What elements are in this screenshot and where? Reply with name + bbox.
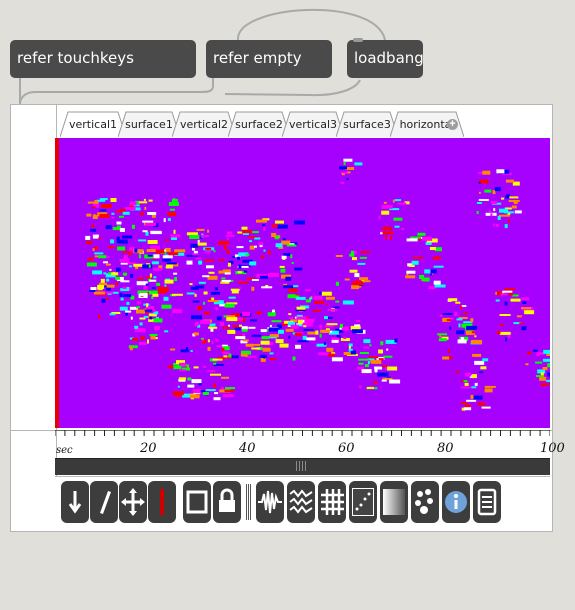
tab-surface3[interactable]: surface3 bbox=[336, 109, 398, 137]
time-unit-label: sec bbox=[56, 445, 73, 456]
grid-icon bbox=[321, 489, 344, 515]
note-pattern bbox=[85, 158, 574, 457]
scatter-tool[interactable] bbox=[349, 481, 377, 523]
move-arrows-icon bbox=[121, 488, 145, 516]
time-tick-label: 100 bbox=[540, 441, 565, 456]
arrow-down-icon bbox=[68, 491, 82, 514]
tab-surface2[interactable]: surface2 bbox=[228, 109, 290, 137]
scatter-icon bbox=[352, 488, 374, 516]
list-tool[interactable] bbox=[473, 481, 501, 523]
paws-tool[interactable] bbox=[411, 481, 439, 523]
waveform-tool[interactable] bbox=[256, 481, 284, 523]
object-refer-touchkeys[interactable]: refer touchkeys bbox=[10, 40, 196, 78]
note-grid[interactable] bbox=[55, 138, 574, 457]
object-label: refer empty bbox=[213, 49, 302, 67]
red-bar-icon bbox=[160, 489, 164, 515]
info-icon bbox=[445, 491, 467, 513]
info-tool[interactable] bbox=[442, 481, 470, 523]
tab-label: vertical3 bbox=[288, 118, 337, 131]
object-refer-empty[interactable]: refer empty bbox=[206, 40, 332, 78]
wave-stack-icon bbox=[289, 489, 313, 514]
time-ruler[interactable] bbox=[55, 430, 550, 458]
pointer-tool[interactable] bbox=[61, 481, 89, 523]
scroll-grip-icon[interactable] bbox=[296, 461, 308, 471]
tab-label: vertical2 bbox=[179, 118, 228, 131]
move-tool[interactable] bbox=[119, 481, 147, 523]
time-tick-label: 20 bbox=[140, 441, 157, 456]
object-loadbang[interactable]: loadbang bbox=[347, 40, 423, 78]
tab-label: vertical1 bbox=[68, 118, 117, 131]
playhead-marker[interactable] bbox=[55, 138, 59, 428]
gradient-tool[interactable] bbox=[380, 481, 408, 523]
time-tick-label: 80 bbox=[437, 441, 454, 456]
lock-icon bbox=[219, 488, 235, 512]
plus-circle-icon[interactable]: + bbox=[447, 119, 458, 130]
pencil-icon bbox=[100, 491, 111, 514]
wave-stack-tool[interactable] bbox=[287, 481, 315, 523]
tab-label: surface3 bbox=[343, 118, 391, 131]
square-icon bbox=[186, 490, 208, 514]
list-icon bbox=[477, 488, 497, 516]
tab-vertical3[interactable]: vertical3 bbox=[282, 109, 344, 137]
inlet-loadbang[interactable] bbox=[353, 38, 363, 42]
waveform-icon bbox=[258, 490, 282, 514]
tab-vertical1[interactable]: vertical1 bbox=[60, 109, 126, 137]
object-label: refer touchkeys bbox=[17, 49, 134, 67]
tab-label: surface2 bbox=[235, 118, 283, 131]
pencil-tool[interactable] bbox=[90, 481, 118, 523]
tab-surface1[interactable]: surface1 bbox=[118, 109, 180, 137]
gradient-icon bbox=[383, 489, 405, 515]
time-tick-label: 60 bbox=[338, 441, 355, 456]
tab-vertical2[interactable]: vertical2 bbox=[172, 109, 236, 137]
playhead-tool[interactable] bbox=[148, 481, 176, 523]
grid-tool[interactable] bbox=[318, 481, 346, 523]
toolbar-separator bbox=[246, 484, 251, 520]
frame-tool[interactable] bbox=[183, 481, 211, 523]
tab-label: surface1 bbox=[125, 118, 173, 131]
lock-tool[interactable] bbox=[213, 481, 241, 523]
object-label: loadbang bbox=[354, 49, 423, 67]
paws-icon bbox=[415, 489, 433, 514]
time-tick-label: 40 bbox=[239, 441, 256, 456]
